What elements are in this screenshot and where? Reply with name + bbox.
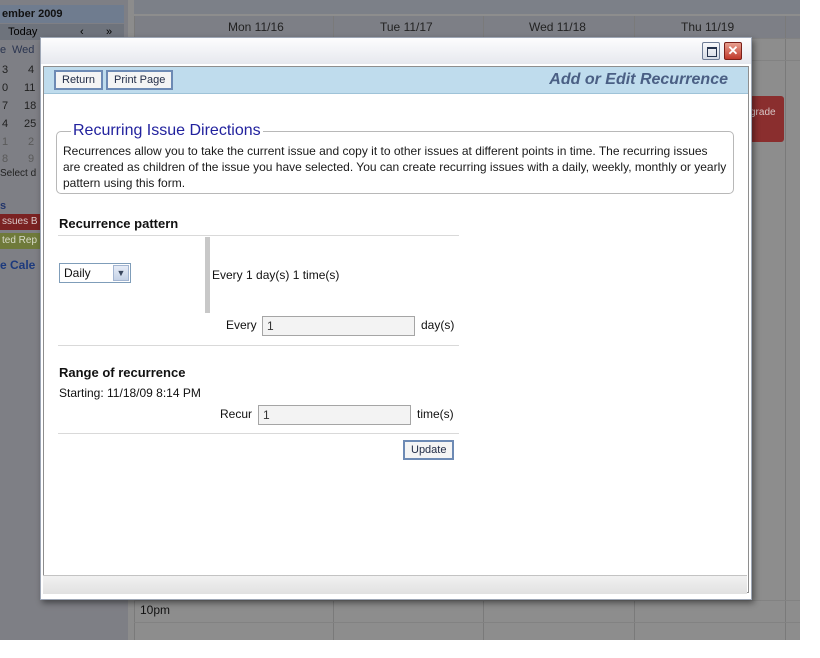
recur-input[interactable] xyxy=(258,405,411,425)
mini-day[interactable]: 7 xyxy=(2,97,8,115)
calendar-link[interactable]: e Cale xyxy=(0,258,35,272)
calendar-event-upgrade[interactable]: grade xyxy=(748,96,784,142)
pattern-select-value: Daily xyxy=(64,266,91,280)
pattern-summary: Every 1 day(s) 1 time(s) xyxy=(212,268,340,282)
mini-day[interactable]: 0 xyxy=(2,79,8,97)
dialog-content: Return Print Page Add or Edit Recurrence… xyxy=(43,66,749,593)
today-button[interactable]: Today xyxy=(8,24,37,40)
recur-label: Recur xyxy=(220,407,253,421)
dialog-statusbar xyxy=(43,575,747,594)
recurrence-pattern-title: Recurrence pattern xyxy=(59,216,179,231)
select-date-hint: Select d xyxy=(0,168,37,179)
day-header[interactable]: Tue 11/17 xyxy=(380,20,433,34)
time-label: 10pm xyxy=(140,603,171,617)
mini-calendar-month: ember 2009 xyxy=(0,5,124,23)
mini-day[interactable]: 1 xyxy=(2,133,8,151)
issues-header: s xyxy=(0,200,7,212)
weekday-label: e xyxy=(0,44,7,56)
directions-text: Recurrences allow you to take the curren… xyxy=(63,144,727,190)
divider xyxy=(58,345,459,346)
close-glyph: ✕ xyxy=(727,43,739,58)
mini-day[interactable]: 25 xyxy=(24,115,36,133)
mini-day[interactable]: 2 xyxy=(28,133,34,151)
dialog-titlebar[interactable]: ✕ xyxy=(41,38,751,64)
every-unit: day(s) xyxy=(421,318,455,332)
page-title: Add or Edit Recurrence xyxy=(549,71,728,88)
day-header[interactable]: Wed 11/18 xyxy=(529,20,586,34)
chevron-down-icon[interactable]: ▼ xyxy=(113,265,129,281)
print-page-button[interactable]: Print Page xyxy=(106,70,174,90)
starting-date: Starting: 11/18/09 8:14 PM xyxy=(59,386,201,400)
directions-title: Recurring Issue Directions xyxy=(71,122,263,140)
mini-day[interactable]: 8 xyxy=(2,150,8,168)
mini-day[interactable]: 11 xyxy=(24,79,35,97)
divider xyxy=(58,235,459,236)
recurrence-dialog: ✕ Return Print Page Add or Edit Recurren… xyxy=(40,37,752,600)
recur-unit: time(s) xyxy=(417,407,454,421)
mini-day[interactable]: 4 xyxy=(28,61,34,79)
mini-day[interactable]: 18 xyxy=(24,97,36,115)
update-button[interactable]: Update xyxy=(403,440,455,460)
calendar-toolbar xyxy=(134,0,800,14)
directions-fieldset: Recurring Issue Directions Recurrences a… xyxy=(56,122,734,194)
divider xyxy=(58,433,459,434)
grid-line xyxy=(134,600,800,601)
grid-line xyxy=(785,16,786,640)
day-header[interactable]: Thu 11/19 xyxy=(681,20,734,34)
weekday-label: Wed xyxy=(12,44,35,56)
pattern-select[interactable]: Daily ▼ xyxy=(59,263,131,283)
mini-day[interactable]: 9 xyxy=(28,150,34,168)
close-icon[interactable]: ✕ xyxy=(724,42,742,60)
every-input[interactable] xyxy=(262,316,415,336)
dialog-toolbar: Return Print Page Add or Edit Recurrence xyxy=(44,67,748,94)
grid-line xyxy=(134,622,800,623)
maximize-icon[interactable] xyxy=(702,42,720,60)
mini-day[interactable]: 3 xyxy=(2,61,8,79)
every-label: Every xyxy=(226,318,257,332)
calendar-day-headers: Mon 11/16 Tue 11/17 Wed 11/18 Thu 11/19 xyxy=(134,16,800,38)
return-button[interactable]: Return xyxy=(54,70,104,90)
pattern-divider xyxy=(205,237,210,313)
range-title: Range of recurrence xyxy=(59,365,186,380)
mini-day[interactable]: 4 xyxy=(2,115,8,133)
day-header[interactable]: Mon 11/16 xyxy=(228,20,284,34)
